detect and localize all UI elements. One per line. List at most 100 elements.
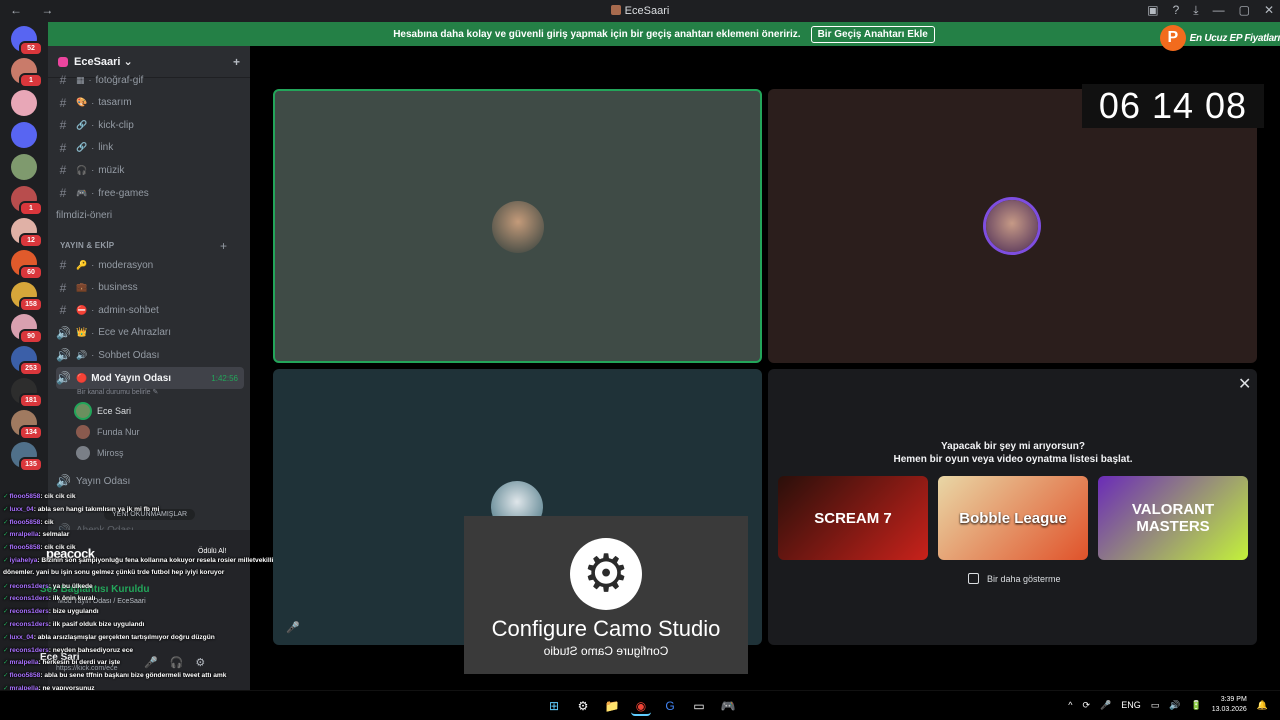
game-card[interactable]: VALORANT MASTERS <box>1098 476 1248 560</box>
channel-item[interactable]: 🔊 👑 · Ece ve Ahrazları <box>56 323 244 343</box>
separator: · <box>91 282 95 293</box>
server-icon[interactable]: 253 <box>11 346 43 376</box>
chat-message: ✓recons1ders: ya bu ülkede <box>3 582 93 590</box>
server-icon[interactable] <box>11 154 37 180</box>
inbox-icon[interactable]: ▣ <box>1147 3 1158 18</box>
dont-show-again-checkbox[interactable]: Bir daha gösterme <box>968 573 1061 584</box>
channel-label: Ece ve Ahrazları <box>98 327 172 339</box>
channel-mod-yayin-odasi[interactable]: 🔊 🔴 Mod Yayın Odası 1:42:56 <box>56 367 244 389</box>
camo-studio-overlay[interactable]: ⚙ Configure Camo Studio Configure Camo S… <box>464 516 748 674</box>
channel-item[interactable]: # 🔑 · moderasyon <box>56 255 244 275</box>
tray-clock[interactable]: 3:39 PM 13.03.2026 <box>1212 695 1247 715</box>
add-member-icon[interactable]: + <box>233 55 240 69</box>
chat-username: recons1ders <box>9 608 49 616</box>
server-icon[interactable]: 158 <box>11 282 43 312</box>
start-icon[interactable]: ⊞ <box>544 696 564 716</box>
voice-member[interactable]: Mirosş <box>76 444 124 462</box>
discord-icon[interactable]: 🎮 <box>718 696 738 716</box>
tray-date: 13.03.2026 <box>1211 706 1247 713</box>
server-icon[interactable]: 181 <box>11 378 43 408</box>
video-tile-ece[interactable] <box>273 89 762 363</box>
server-icon[interactable]: 1 <box>11 186 43 216</box>
channel-item[interactable]: # 🎮 · free-games <box>56 183 244 203</box>
channel-item[interactable]: # 🔗 · link <box>56 138 244 158</box>
voice-member[interactable]: Funda Nur <box>76 423 140 441</box>
channel-item[interactable]: # ▦ · fotoğraf-gif <box>56 70 244 90</box>
file-explorer-icon[interactable]: 📁 <box>602 696 622 716</box>
notification-bell-icon[interactable]: 🔔 <box>1257 700 1268 711</box>
voice-member[interactable]: Ece Sari <box>76 402 131 420</box>
close-icon[interactable]: ✕ <box>1238 374 1251 394</box>
mic-tray-icon[interactable]: 🎤 <box>1100 700 1111 711</box>
channel-emoji: 🔊 <box>76 349 88 360</box>
chat-message: ✓mralpella: selmalar <box>3 530 69 538</box>
chat-text: : cik <box>40 518 54 526</box>
google-icon[interactable]: G <box>660 696 680 716</box>
check-icon: ✓ <box>3 544 9 552</box>
server-icon[interactable]: 1 <box>11 58 43 88</box>
category-yayin-ekip[interactable]: YAYIN & EKİP + <box>60 239 227 253</box>
channel-label: kick-clip <box>98 119 134 131</box>
chat-username: mralpella <box>9 531 39 539</box>
chrome-icon[interactable]: ◉ <box>631 696 651 716</box>
text-channel-icon: # <box>59 140 67 155</box>
settings-app-icon[interactable]: ⚙ <box>573 696 593 716</box>
battery-icon[interactable]: 🔋 <box>1191 700 1202 711</box>
server-icon[interactable]: 90 <box>11 314 43 344</box>
separator: · <box>91 120 95 131</box>
channel-label: fotoğraf-gif <box>95 74 144 86</box>
channel-status-setter[interactable]: Bir kanal durumu belirle ✎ <box>77 388 158 396</box>
help-icon[interactable]: ? <box>1173 3 1180 18</box>
channel-label: business <box>98 282 138 294</box>
channel-item[interactable]: 🔊 🔊 · Sohbet Odası <box>56 345 244 365</box>
check-icon: ✓ <box>3 672 9 680</box>
unread-badge: 181 <box>19 393 43 408</box>
window-title-text: EceSaari <box>624 5 670 17</box>
chat-username: recons1ders <box>9 582 49 590</box>
unread-badge: 253 <box>19 361 43 376</box>
server-avatar-icon <box>610 5 621 15</box>
game-card[interactable]: SCREAM 7 <box>778 476 928 560</box>
volume-icon[interactable]: 🔊 <box>1169 700 1180 711</box>
server-icon[interactable]: 134 <box>11 410 43 440</box>
server-icon[interactable]: 60 <box>11 250 43 280</box>
activity-prompt: Yapacak bir şey mi arıyorsun? Hemen bir … <box>770 440 1256 466</box>
download-icon[interactable]: ⤓ <box>1193 3 1198 18</box>
server-icon[interactable] <box>11 122 37 148</box>
language-indicator[interactable]: ENG <box>1121 700 1141 710</box>
channel-item[interactable]: # 🎧 · müzik <box>56 160 244 180</box>
server-icon[interactable]: 12 <box>11 218 43 248</box>
tray-overflow-icon[interactable]: ^ <box>1068 700 1072 710</box>
check-icon: ✓ <box>3 557 9 564</box>
banner-text: Hesabına daha kolay ve güvenli giriş yap… <box>393 28 801 40</box>
channel-emoji: ▦ <box>76 74 85 85</box>
minimize-button[interactable]: — <box>1213 3 1225 18</box>
chat-text: : abla sen hangi takımlısın ya jk mi fb … <box>33 505 160 513</box>
channel-yayin-odasi[interactable]: 🔊 Yayın Odası <box>56 471 244 491</box>
server-icon[interactable] <box>11 90 37 116</box>
server-icon[interactable]: 52 <box>11 26 43 56</box>
channel-item[interactable]: # 💼 · business <box>56 278 244 298</box>
chat-message: ✓mralpella: herkesin bi derdi var işte <box>3 658 120 666</box>
add-passkey-button[interactable]: Bir Geçiş Anahtarı Ekle <box>810 25 935 43</box>
channel-item[interactable]: # 🔗 · kick-clip <box>56 115 244 135</box>
window-titlebar: ← → EceSaari ▣ ? ⤓ — ▢ ✕ <box>0 0 1280 22</box>
channel-item[interactable]: # ⛔ · admin-sohbet <box>56 300 244 320</box>
chat-message: ✓recons1ders: neyden bahsediyoruz ece <box>3 646 133 654</box>
video-tile-funda[interactable] <box>768 89 1257 363</box>
maximize-button[interactable]: ▢ <box>1239 3 1250 18</box>
game-card[interactable]: Bobble League <box>938 476 1088 560</box>
unread-badge: 1 <box>19 73 43 88</box>
separator: · <box>91 97 95 108</box>
check-icon: ✓ <box>3 582 9 590</box>
sync-icon[interactable]: ⟳ <box>1083 700 1091 711</box>
server-icon[interactable]: 135 <box>11 442 43 472</box>
add-channel-icon[interactable]: + <box>220 239 227 253</box>
passkey-banner: Hesabına daha kolay ve güvenli giriş yap… <box>48 22 1280 46</box>
channel-item[interactable]: filmdizi-öneri <box>56 206 244 226</box>
app-icon[interactable]: ▭ <box>689 696 709 716</box>
display-icon[interactable]: ▭ <box>1151 700 1160 711</box>
channel-item[interactable]: # 🎨 · tasarım <box>56 93 244 113</box>
close-button[interactable]: ✕ <box>1264 3 1274 18</box>
server-name: EceSaari <box>74 55 121 68</box>
